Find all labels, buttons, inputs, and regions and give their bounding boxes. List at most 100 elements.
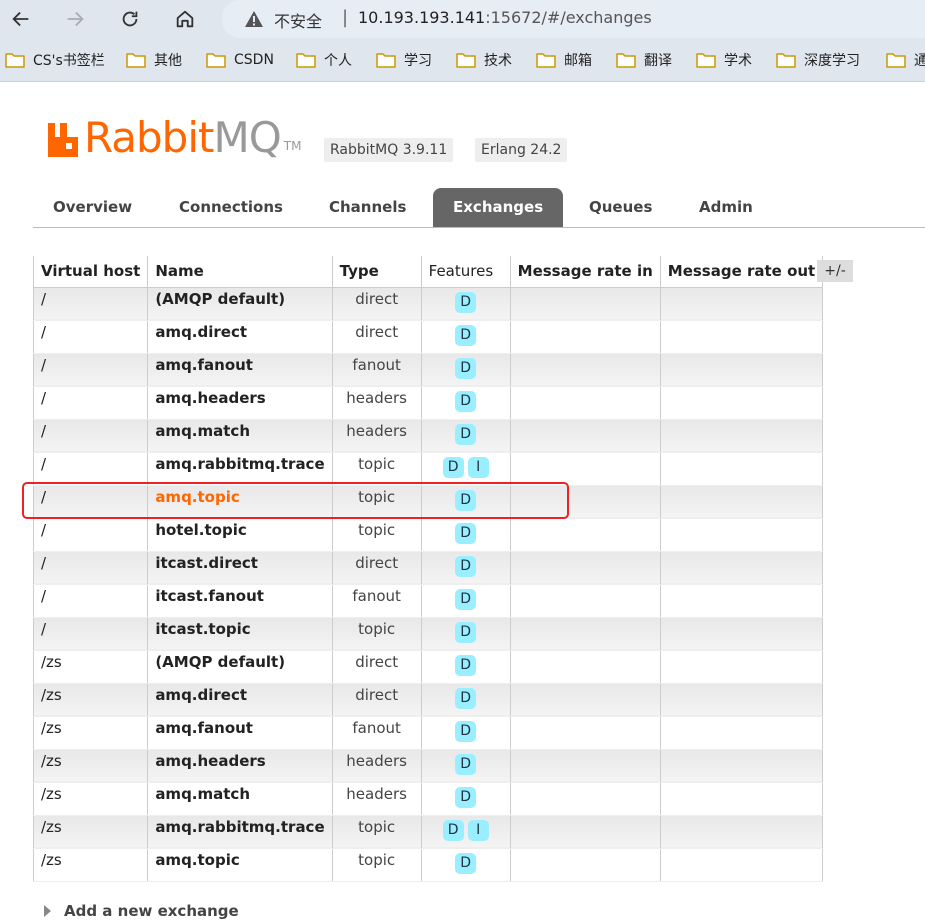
logo-trademark: TM (283, 139, 302, 153)
cell-type: topic (331, 617, 422, 651)
cell-exchange-name-link[interactable]: itcast.direct (147, 551, 333, 585)
bookmark-bm-cs-bookmarks[interactable]: CS's书签栏 (5, 50, 105, 70)
home-button[interactable] (170, 4, 200, 34)
cell-type: fanout (331, 716, 422, 750)
cell-vhost: / (32, 584, 149, 618)
bookmark-bm-personal[interactable]: 个人 (296, 50, 352, 70)
durable-badge: D (455, 786, 477, 808)
home-icon (176, 10, 194, 28)
cell-exchange-name-link[interactable]: itcast.topic (147, 617, 333, 651)
bookmark-bm-academic[interactable]: 学术 (696, 50, 752, 70)
tab-overview[interactable]: Overview (33, 188, 152, 227)
bookmark-bm-csdn[interactable]: CSDN (206, 50, 274, 70)
tab-queues[interactable]: Queues (569, 188, 672, 227)
bookmark-bm-study[interactable]: 学习 (376, 50, 432, 70)
durable-badge: D (455, 390, 477, 412)
add-exchange-toggle[interactable]: Add a new exchange (44, 902, 239, 920)
cell-exchange-name-link[interactable]: amq.headers (147, 749, 333, 783)
tab-admin[interactable]: Admin (679, 188, 773, 227)
cell-features: D (420, 749, 511, 783)
cell-exchange-name-link[interactable]: amq.rabbitmq.trace (147, 815, 333, 849)
bookmark-bm-deep-learning[interactable]: 深度学习 (776, 50, 860, 70)
cell-rate-out (659, 485, 824, 519)
url-text[interactable]: 10.193.193.141:15672/#/exchanges (358, 8, 652, 27)
rabbitmq-logo-icon (48, 123, 78, 157)
durable-badge: D (442, 819, 464, 841)
bookmark-bm-tech[interactable]: 技术 (456, 50, 512, 70)
cell-features: DI (420, 452, 511, 486)
cell-rate-in (509, 353, 661, 387)
cell-vhost: / (32, 518, 149, 552)
bookmark-label: 邮箱 (564, 53, 592, 69)
column-header-type[interactable]: Type (331, 256, 422, 288)
cell-type: direct (331, 320, 422, 354)
column-header-name[interactable]: Name (147, 256, 333, 288)
table-row: /zs amq.rabbitmq.trace topic D I (32, 815, 824, 849)
column-header-rate-in[interactable]: Message rate in (509, 256, 661, 288)
cell-vhost: / (32, 551, 149, 585)
security-label[interactable]: 不安全 (274, 8, 322, 32)
cell-rate-out (659, 749, 824, 783)
column-header-vhost[interactable]: Virtual host (32, 256, 149, 288)
table-row: /zs amq.headers headers D (32, 749, 824, 783)
tab-connections[interactable]: Connections (159, 188, 303, 227)
cell-exchange-name-link[interactable]: amq.fanout (147, 716, 333, 750)
exchanges-table: Virtual host Name Type Features Message rate… (32, 256, 824, 882)
table-row: / amq.rabbitmq.trace topic D I (32, 452, 824, 486)
bookmark-label: 通 (914, 53, 925, 69)
tab-exchanges[interactable]: Exchanges (433, 188, 564, 227)
cell-exchange-name-link[interactable]: amq.rabbitmq.trace (147, 452, 333, 486)
forward-button[interactable] (60, 4, 90, 34)
cell-features: D (420, 782, 511, 816)
cell-features: D (420, 584, 511, 618)
cell-features: D (420, 650, 511, 684)
table-row: / amq.headers headers D (32, 386, 824, 420)
bookmark-bm-more[interactable]: 通 (886, 50, 925, 70)
cell-vhost: / (32, 419, 149, 453)
cell-exchange-name-link[interactable]: amq.topic (147, 485, 333, 519)
cell-rate-out (659, 716, 824, 750)
cell-exchange-name-link[interactable]: amq.match (147, 782, 333, 816)
cell-features: D (420, 320, 511, 354)
cell-exchange-name-link[interactable]: amq.match (147, 419, 333, 453)
column-header-rate-out[interactable]: Message rate out (659, 256, 824, 288)
cell-features: D (420, 386, 511, 420)
tab-channels[interactable]: Channels (309, 188, 426, 227)
folder-icon (126, 53, 146, 68)
rabbitmq-version-badge: RabbitMQ 3.9.11 (324, 138, 454, 162)
column-toggle-button[interactable]: +/- (817, 260, 853, 282)
folder-icon (616, 53, 636, 68)
cell-rate-out (659, 815, 824, 849)
cell-exchange-name-link[interactable]: itcast.fanout (147, 584, 333, 618)
arrow-right-icon (67, 11, 84, 27)
cell-vhost: /zs (32, 782, 149, 816)
folder-icon (536, 53, 556, 68)
table-row: / amq.direct direct D (32, 320, 824, 354)
cell-exchange-name-link[interactable]: amq.fanout (147, 353, 333, 387)
bookmark-bm-translate[interactable]: 翻译 (616, 50, 672, 70)
durable-badge: D (455, 621, 477, 643)
cell-exchange-name-link[interactable]: (AMQP default) (147, 287, 333, 321)
cell-vhost: / (32, 617, 149, 651)
address-bar[interactable]: 不安全 | 10.193.193.141:15672/#/exchanges (222, 0, 925, 38)
reload-button[interactable] (115, 4, 145, 34)
bookmark-bm-other[interactable]: 其他 (126, 50, 182, 70)
durable-badge: D (455, 555, 477, 577)
rabbitmq-logo[interactable]: Rabbit MQ TM (46, 115, 301, 159)
cell-exchange-name-link[interactable]: amq.direct (147, 683, 333, 717)
folder-icon (456, 53, 476, 68)
bookmark-label: CS's书签栏 (33, 53, 105, 69)
durable-badge: D (455, 588, 477, 610)
cell-exchange-name-link[interactable]: amq.headers (147, 386, 333, 420)
back-button[interactable] (6, 4, 36, 34)
bookmark-bm-mail[interactable]: 邮箱 (536, 50, 592, 70)
cell-rate-in (509, 617, 661, 651)
cell-exchange-name-link[interactable]: amq.topic (147, 848, 333, 882)
cell-exchange-name-link[interactable]: amq.direct (147, 320, 333, 354)
column-header-features[interactable]: Features (420, 256, 511, 288)
cell-exchange-name-link[interactable]: hotel.topic (147, 518, 333, 552)
cell-rate-out (659, 353, 824, 387)
table-row: /zs amq.direct direct D (32, 683, 824, 717)
cell-exchange-name-link[interactable]: (AMQP default) (147, 650, 333, 684)
durable-badge: D (455, 357, 477, 379)
